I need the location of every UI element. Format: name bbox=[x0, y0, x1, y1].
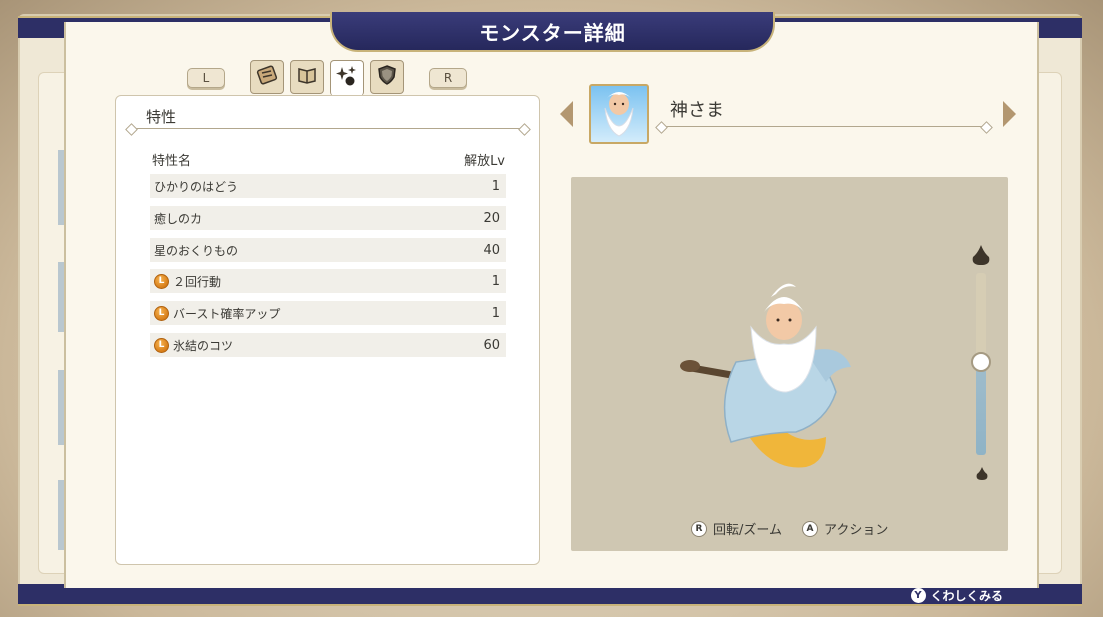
l-shoulder-button[interactable]: L bbox=[187, 68, 225, 88]
trait-name: 癒しのカ bbox=[154, 211, 203, 226]
monster-model-icon bbox=[680, 283, 851, 468]
page-title: モンスター詳細 bbox=[479, 20, 626, 45]
trait-level: 60 bbox=[483, 337, 500, 353]
trait-level: 1 bbox=[491, 178, 500, 194]
tab-shield[interactable] bbox=[370, 60, 404, 94]
next-monster-arrow-icon[interactable] bbox=[1003, 101, 1016, 127]
zoom-out-icon bbox=[976, 467, 988, 480]
trait-row[interactable]: L 氷結のコツ 60 bbox=[150, 333, 506, 357]
trait-row[interactable]: 癒しのカ 20 bbox=[150, 206, 506, 230]
shield-icon bbox=[376, 64, 398, 91]
col-header-level: 解放Lv bbox=[464, 154, 505, 169]
trait-level: 1 bbox=[491, 273, 500, 289]
trait-name: バースト確率アップ bbox=[173, 306, 281, 321]
col-header-name: 特性名 bbox=[152, 154, 192, 169]
trait-level: 1 bbox=[491, 305, 500, 321]
tab-book[interactable] bbox=[290, 60, 324, 94]
action-label: アクション bbox=[824, 523, 889, 538]
trait-level: 20 bbox=[483, 210, 500, 226]
trait-row[interactable]: L バースト確率アップ 1 bbox=[150, 301, 506, 325]
trait-row[interactable]: ひかりのはどう 1 bbox=[150, 174, 506, 198]
zoom-slider-handle[interactable] bbox=[971, 352, 991, 372]
traits-panel: 特性 特性名 解放Lv ひかりのはどう 1 癒しのカ 20 星のおくりもの 40… bbox=[115, 95, 540, 565]
leader-badge-icon: L bbox=[154, 273, 169, 289]
sparkle-icon bbox=[335, 64, 359, 93]
leader-badge-icon: L bbox=[154, 305, 169, 321]
zoom-in-icon bbox=[972, 245, 990, 265]
controls-hint: R 回転/ズーム A アクション bbox=[691, 519, 888, 538]
trait-name: ひかりのはどう bbox=[154, 179, 239, 194]
tab-scroll[interactable] bbox=[250, 60, 284, 94]
r-shoulder-label: R bbox=[443, 71, 453, 85]
trait-row[interactable]: 星のおくりもの 40 bbox=[150, 238, 506, 262]
a-button-icon: A bbox=[802, 520, 818, 537]
trait-name: 氷結のコツ bbox=[173, 338, 234, 353]
footer-hint-label: くわしくみる bbox=[930, 588, 1003, 603]
book-icon bbox=[296, 64, 318, 91]
trait-level: 40 bbox=[483, 242, 500, 258]
traits-title: 特性 bbox=[146, 108, 177, 126]
title-tab: モンスター詳細 bbox=[330, 12, 775, 52]
r-stick-icon: R bbox=[691, 520, 707, 537]
divider bbox=[130, 128, 526, 129]
r-shoulder-button[interactable]: R bbox=[429, 68, 467, 88]
scroll-icon bbox=[256, 64, 278, 91]
elder-god-portrait-icon bbox=[604, 92, 634, 137]
trait-name: 星のおくりもの bbox=[154, 243, 239, 258]
monster-portrait bbox=[589, 84, 649, 144]
y-button-icon: Y bbox=[910, 587, 926, 603]
l-shoulder-label: L bbox=[202, 71, 210, 85]
leader-badge-icon: L bbox=[154, 337, 169, 353]
divider bbox=[660, 126, 988, 127]
footer-hint[interactable]: Y くわしくみる bbox=[910, 586, 1003, 604]
rotate-zoom-label: 回転/ズーム bbox=[713, 523, 782, 538]
tab-traits[interactable] bbox=[330, 60, 364, 96]
monster-name: 神さま bbox=[670, 100, 724, 121]
trait-row[interactable]: L ２回行動 1 bbox=[150, 269, 506, 293]
trait-name: ２回行動 bbox=[173, 274, 222, 289]
prev-monster-arrow-icon[interactable] bbox=[560, 101, 573, 127]
monster-3d-viewer[interactable]: R 回転/ズーム A アクション bbox=[571, 177, 1008, 551]
